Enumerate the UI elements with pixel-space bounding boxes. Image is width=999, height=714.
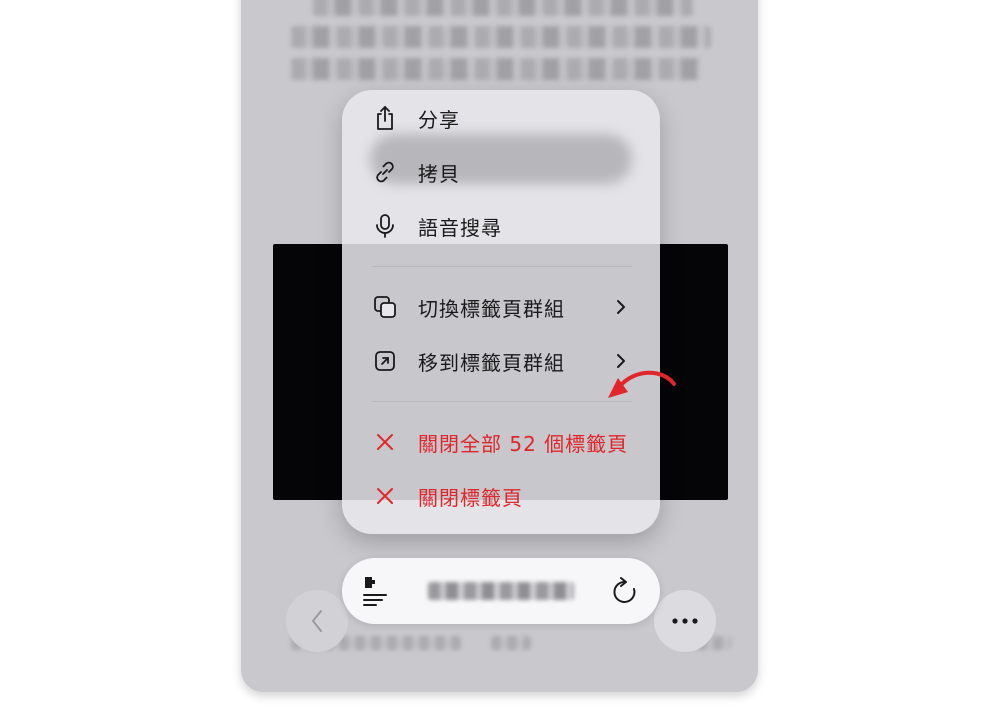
menu-item-label: 分享 bbox=[418, 107, 460, 132]
menu-separator bbox=[372, 401, 632, 402]
menu-item-close-tab[interactable]: 關閉標籤頁 bbox=[342, 471, 660, 521]
share-icon bbox=[372, 105, 398, 131]
menu-item-label: 拷貝 bbox=[418, 161, 460, 186]
menu-item-share[interactable]: 分享 bbox=[342, 93, 660, 143]
reload-icon[interactable] bbox=[612, 577, 638, 609]
close-icon bbox=[372, 429, 398, 455]
address-bar[interactable] bbox=[342, 558, 660, 624]
menu-separator bbox=[372, 266, 632, 267]
microphone-icon bbox=[372, 213, 398, 239]
menu-item-label: 語音搜尋 bbox=[418, 215, 502, 240]
menu-item-voice-search[interactable]: 語音搜尋 bbox=[342, 201, 660, 251]
annotation-arrow bbox=[608, 370, 676, 398]
menu-item-label: 移到標籤頁群組 bbox=[418, 350, 565, 375]
menu-item-label: 關閉全部 52 個標籤頁 bbox=[418, 431, 629, 456]
blurred-text-line bbox=[291, 26, 711, 48]
blurred-text-line bbox=[313, 0, 693, 16]
context-menu: 分享 拷貝 語音搜尋 切換標籤頁群組 移到標籤頁群組 關閉全部 52 個標籤頁 … bbox=[342, 90, 660, 534]
blurred-footer-text bbox=[491, 636, 531, 650]
back-button[interactable] bbox=[286, 590, 348, 652]
url-text-blurred[interactable] bbox=[428, 582, 574, 600]
ellipsis-icon bbox=[672, 618, 698, 624]
menu-item-label: 切換標籤頁群組 bbox=[418, 296, 565, 321]
more-button[interactable] bbox=[654, 590, 716, 652]
chevron-right-icon bbox=[613, 297, 629, 317]
close-icon bbox=[372, 483, 398, 509]
link-icon bbox=[372, 159, 398, 185]
menu-item-switch-tab-group[interactable]: 切換標籤頁群組 bbox=[342, 282, 660, 332]
menu-item-close-all-tabs[interactable]: 關閉全部 52 個標籤頁 bbox=[342, 417, 660, 467]
blurred-text-line bbox=[291, 58, 701, 80]
menu-item-label: 關閉標籤頁 bbox=[418, 485, 523, 510]
extension-reader-icon[interactable] bbox=[362, 575, 388, 611]
menu-item-copy[interactable]: 拷貝 bbox=[342, 147, 660, 197]
tab-group-switch-icon bbox=[372, 294, 398, 320]
chevron-left-icon bbox=[312, 610, 322, 632]
move-to-group-icon bbox=[372, 348, 398, 374]
